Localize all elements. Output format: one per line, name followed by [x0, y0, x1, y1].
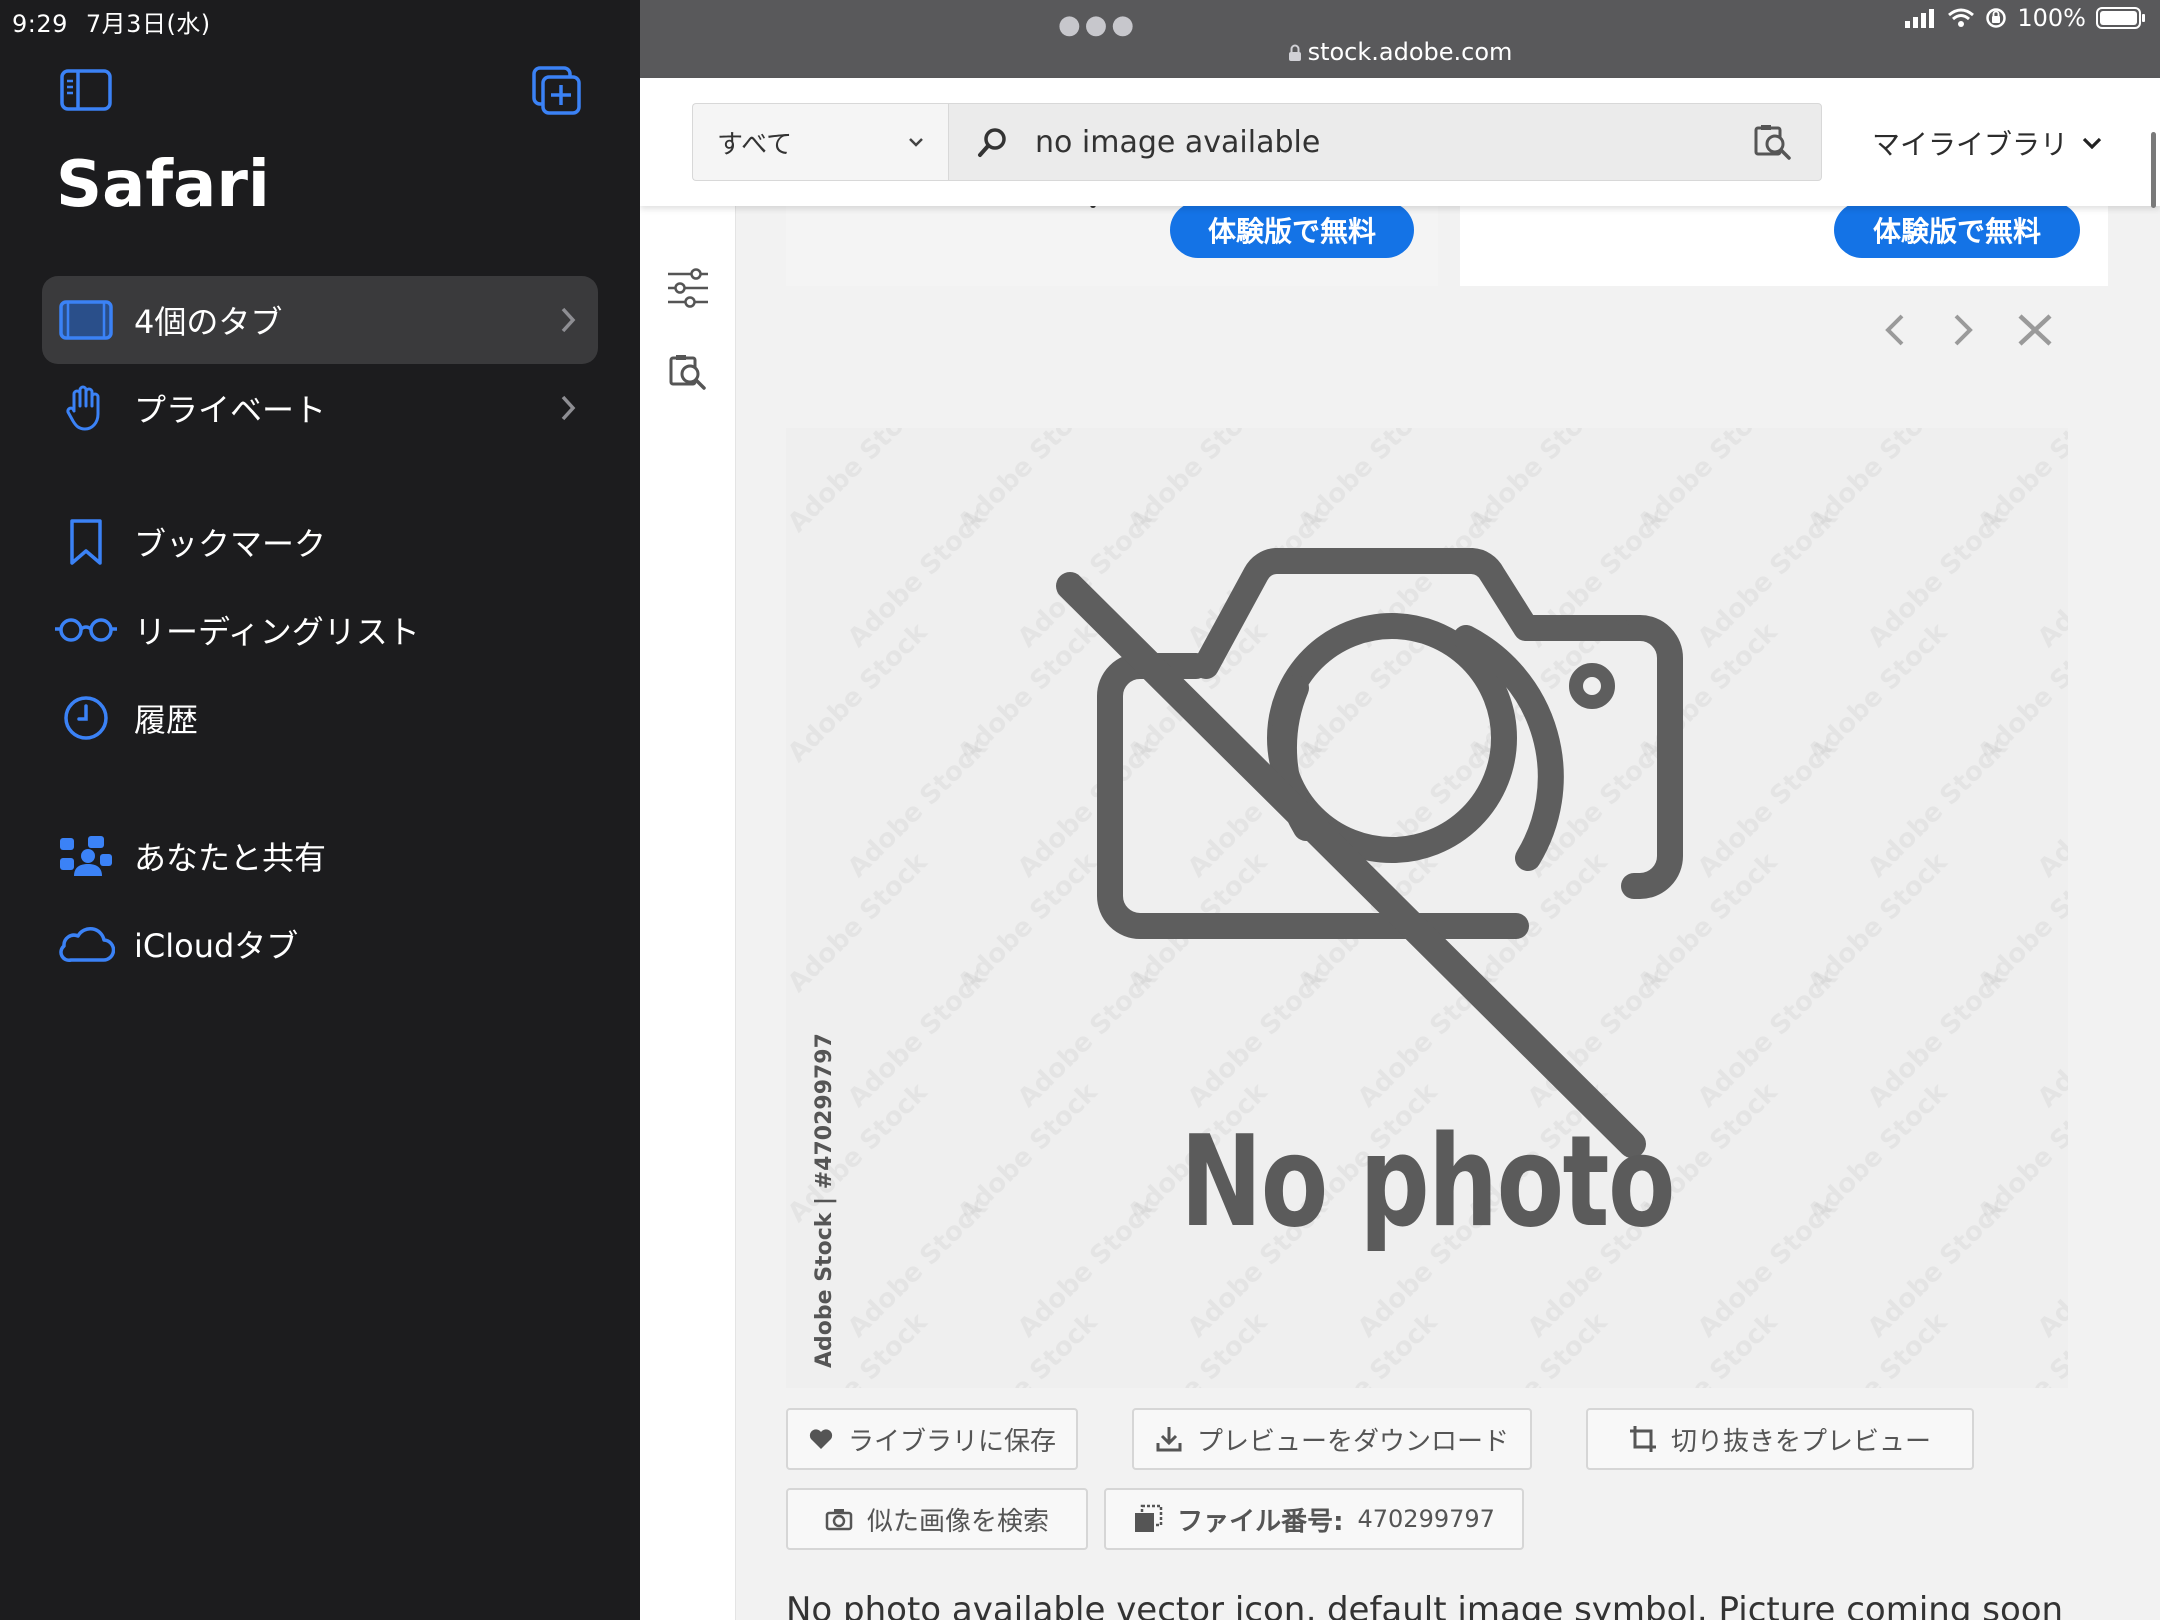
sidebar-item-label: あなたと共有 [134, 839, 327, 877]
filter-sliders-icon[interactable] [666, 268, 710, 308]
stock-image-preview[interactable]: Adobe StockAdobe StockAdobe StockAdobe S… [786, 428, 2068, 1388]
screen: 9:29 7月3日(水) Safari 4個のタブ プライベート ブックマーク … [0, 0, 2160, 1620]
copy-icon [1135, 1504, 1163, 1532]
sidebar-item-label: iCloudタブ [134, 927, 299, 965]
sidebar-item-private[interactable]: プライベート [42, 364, 598, 452]
sidebar-toggle-icon[interactable] [60, 68, 112, 116]
clock-icon [42, 695, 130, 741]
cloud-icon [42, 924, 130, 964]
asset-description: No photo available vector icon, default … [786, 1590, 2064, 1620]
download-preview-label: プレビューをダウンロード [1196, 1426, 1509, 1457]
detail-nav [1880, 310, 2054, 350]
my-library-menu[interactable]: マイライブラリ [1872, 123, 2102, 163]
filter-rail [640, 206, 736, 1620]
sidebar-item-label: 履歴 [134, 701, 199, 739]
search-scope-label: すべて [717, 129, 793, 160]
find-similar-button[interactable]: 似た画像を検索 [786, 1488, 1088, 1550]
close-icon[interactable] [2016, 310, 2054, 350]
crop-icon [1629, 1426, 1656, 1452]
tabs-icon [42, 300, 130, 340]
battery-icon [2096, 7, 2145, 29]
camera-icon [825, 1509, 853, 1531]
chevron-down-icon [909, 138, 923, 147]
file-number-label: ファイル番号: [1177, 1506, 1344, 1537]
cellular-signal-icon [1905, 9, 1935, 28]
sidebar-item-history[interactable]: 履歴 [42, 674, 598, 762]
status-date: 7月3日(水) [85, 10, 211, 38]
page-scrollbar[interactable] [2151, 132, 2156, 208]
status-icons: 100% [1905, 4, 2146, 32]
sidebar-item-label: リーディングリスト [134, 613, 420, 651]
wifi-icon [1948, 8, 1975, 27]
visual-search-icon[interactable] [1753, 124, 1793, 160]
download-preview-button[interactable]: プレビューをダウンロード [1132, 1408, 1532, 1470]
save-to-library-button[interactable]: ライブラリに保存 [786, 1408, 1078, 1470]
sidebar-item-reading-list[interactable]: リーディングリスト [42, 586, 598, 674]
browser-content: ●●● stock.adobe.com 100% すべて no image av… [640, 0, 2160, 1620]
safari-sidebar: 9:29 7月3日(水) Safari 4個のタブ プライベート ブックマーク … [0, 0, 640, 1620]
sidebar-item-bookmarks[interactable]: ブックマーク [42, 498, 598, 586]
search-query-text: no image available [1035, 124, 1321, 160]
sidebar-item-tabs[interactable]: 4個のタブ [42, 276, 598, 364]
next-arrow-icon[interactable] [1948, 310, 1978, 350]
chevron-right-icon [538, 394, 598, 422]
image-caption-text: No photo [1180, 1108, 1675, 1255]
search-input[interactable]: no image available [948, 103, 1822, 181]
save-to-library-label: ライブラリに保存 [847, 1426, 1056, 1457]
free-trial-button[interactable]: 体験版で無料 [1170, 202, 1414, 258]
crop-preview-button[interactable]: 切り抜きをプレビュー [1586, 1408, 1974, 1470]
find-similar-label: 似た画像を検索 [866, 1506, 1049, 1537]
shared-people-icon [42, 834, 130, 878]
visual-search-icon[interactable] [668, 354, 708, 390]
sidebar-item-label: ブックマーク [134, 525, 327, 563]
search-scope-select[interactable]: すべて [692, 103, 948, 181]
chevron-down-icon [2082, 137, 2102, 149]
file-number-button[interactable]: ファイル番号: 470299797 [1104, 1488, 1524, 1550]
search-icon [978, 128, 1006, 157]
crop-preview-label: 切り抜きをプレビュー [1670, 1426, 1931, 1457]
download-icon [1156, 1427, 1182, 1452]
glasses-icon [42, 615, 130, 645]
orientation-lock-icon [1986, 8, 2007, 28]
bookmark-icon [42, 518, 130, 566]
lock-icon [1288, 44, 1301, 61]
address-bar[interactable]: stock.adobe.com [640, 38, 2160, 66]
heart-icon [809, 1429, 833, 1449]
status-time: 9:29 [12, 10, 68, 38]
sidebar-item-icloud-tabs[interactable]: iCloudタブ [42, 900, 598, 988]
previous-arrow-icon[interactable] [1880, 310, 1910, 350]
sidebar-title: Safari [56, 148, 270, 222]
url-text: stock.adobe.com [1307, 38, 1513, 66]
new-tab-group-icon[interactable] [532, 66, 582, 120]
battery-percent: 100% [2017, 4, 2086, 32]
multitasking-dots-icon[interactable]: ●●● [1058, 10, 1138, 40]
file-number-value: 470299797 [1357, 1505, 1495, 1533]
free-trial-button[interactable]: 体験版で無料 [1834, 202, 2080, 258]
hand-icon [42, 384, 130, 432]
stock-search-bar: すべて no image available マイライブラリ [640, 78, 2160, 206]
chevron-right-icon [538, 306, 598, 334]
my-library-label: マイライブラリ [1872, 128, 2069, 161]
sidebar-item-label: プライベート [134, 391, 327, 429]
sidebar-item-shared-with-you[interactable]: あなたと共有 [42, 812, 598, 900]
image-credit: Adobe Stock | #470299797 [812, 1033, 837, 1368]
sidebar-item-label: 4個のタブ [134, 303, 283, 341]
browser-top-bar: ●●● stock.adobe.com 100% [640, 0, 2160, 78]
status-time-date: 9:29 7月3日(水) [12, 4, 229, 39]
